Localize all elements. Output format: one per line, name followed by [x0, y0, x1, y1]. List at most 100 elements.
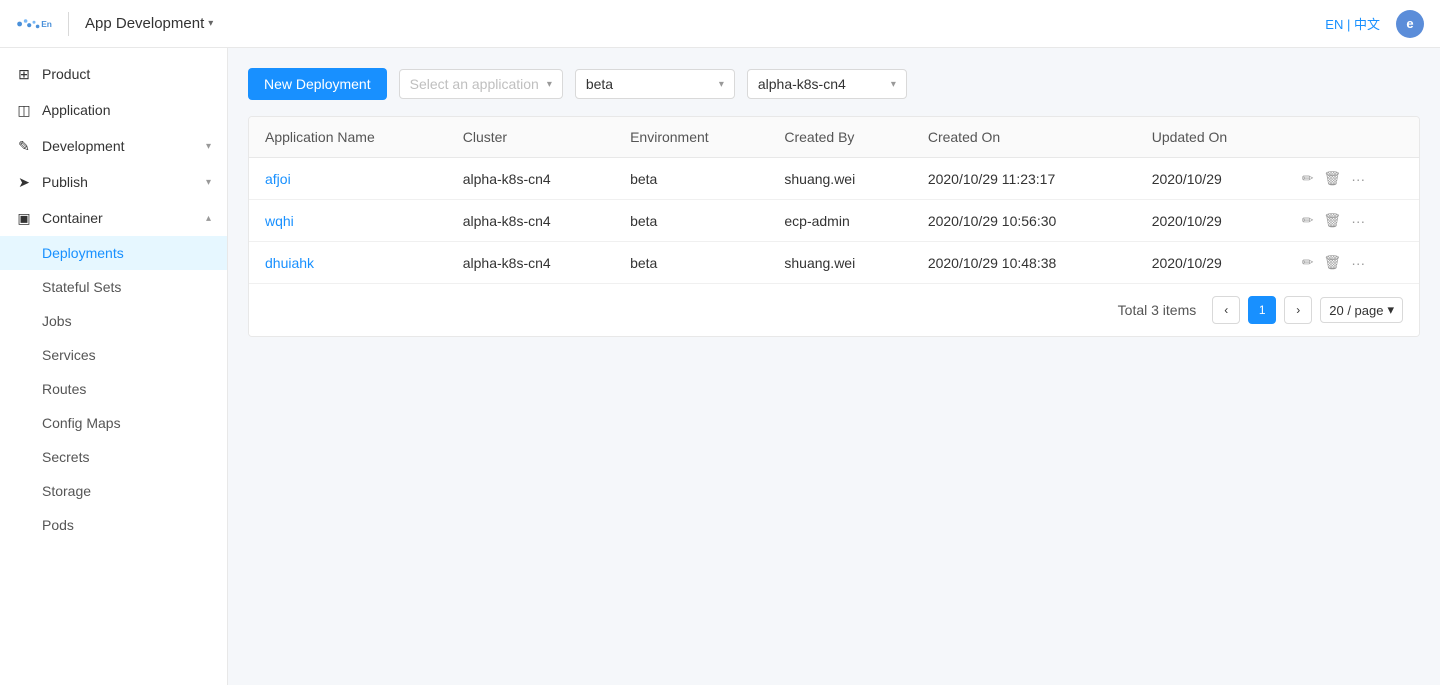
cell-updated-on-0: 2020/10/29 [1136, 158, 1286, 200]
table-header-row: Application Name Cluster Environment Cre… [249, 117, 1419, 158]
sidebar-subitem-secrets-label: Secrets [42, 449, 89, 465]
col-updated-on: Updated On [1136, 117, 1286, 158]
topbar-divider [68, 12, 69, 36]
cell-environment-0: beta [614, 158, 768, 200]
delete-icon-1[interactable]: 🗑 [1323, 212, 1341, 229]
pagination-prev-button[interactable]: ‹ [1212, 296, 1240, 324]
cluster-select-chevron-icon: ▾ [891, 79, 896, 90]
sidebar-subitem-deployments-label: Deployments [42, 245, 124, 261]
sidebar-main-nav: ⊞ Product ◫ Application ✎ Development ▾ … [0, 48, 227, 550]
app-name-link-2[interactable]: dhuiahk [265, 255, 314, 271]
page-size-chevron-icon: ▾ [1387, 302, 1394, 318]
new-deployment-button[interactable]: New Deployment [248, 68, 387, 100]
more-icon-0[interactable]: ··· [1351, 171, 1365, 187]
publish-icon: ➤ [16, 174, 32, 190]
pagination-page-1-button[interactable]: 1 [1248, 296, 1276, 324]
application-select-chevron-icon: ▾ [547, 79, 552, 90]
sidebar-item-application-label: Application [42, 102, 111, 118]
sidebar-subitem-jobs[interactable]: Jobs [0, 304, 227, 338]
edit-icon-0[interactable]: ✏ [1302, 170, 1314, 187]
sidebar-subitem-deployments[interactable]: Deployments [0, 236, 227, 270]
pagination-total: Total 3 items [1118, 302, 1197, 318]
edit-icon-1[interactable]: ✏ [1302, 212, 1314, 229]
sidebar-item-publish-label: Publish [42, 174, 88, 190]
sidebar-subitem-secrets[interactable]: Secrets [0, 440, 227, 474]
environment-select-value: beta [586, 76, 613, 92]
cell-created-on-0: 2020/10/29 11:23:17 [912, 158, 1136, 200]
sidebar-subitem-stateful-sets[interactable]: Stateful Sets [0, 270, 227, 304]
page-size-label: 20 / page [1329, 303, 1383, 318]
sidebar-item-container-label: Container [42, 210, 103, 226]
cell-app-name-1: wqhi [249, 200, 447, 242]
more-icon-2[interactable]: ··· [1351, 255, 1365, 271]
cell-created-on-2: 2020/10/29 10:48:38 [912, 242, 1136, 284]
cell-actions-1: ✏ 🗑 ··· [1286, 200, 1419, 242]
sidebar-subitem-jobs-label: Jobs [42, 313, 72, 329]
sidebar: ⊞ Product ◫ Application ✎ Development ▾ … [0, 48, 228, 685]
more-icon-1[interactable]: ··· [1351, 213, 1365, 229]
sidebar-item-publish[interactable]: ➤ Publish ▾ [0, 164, 227, 200]
cell-environment-2: beta [614, 242, 768, 284]
cell-created-by-2: shuang.wei [768, 242, 911, 284]
cell-actions-2: ✏ 🗑 ··· [1286, 242, 1419, 284]
logo[interactable]: EnOS [16, 15, 52, 33]
cell-actions-0: ✏ 🗑 ··· [1286, 158, 1419, 200]
topbar-app-title: App Development ▾ [85, 15, 213, 32]
cell-app-name-0: afjoi [249, 158, 447, 200]
sidebar-subitem-pods[interactable]: Pods [0, 508, 227, 542]
sidebar-subitem-services-label: Services [42, 347, 96, 363]
environment-select-chevron-icon: ▾ [719, 79, 724, 90]
topbar-chevron-icon: ▾ [208, 18, 213, 29]
cell-cluster-1: alpha-k8s-cn4 [447, 200, 614, 242]
topbar: EnOS App Development ▾ EN | 中文 e [0, 0, 1440, 48]
container-chevron-icon: ▴ [206, 213, 211, 224]
page-size-select[interactable]: 20 / page ▾ [1320, 297, 1403, 323]
environment-select[interactable]: beta ▾ [575, 69, 735, 99]
col-app-name: Application Name [249, 117, 447, 158]
table-row: wqhi alpha-k8s-cn4 beta ecp-admin 2020/1… [249, 200, 1419, 242]
sidebar-subitem-pods-label: Pods [42, 517, 74, 533]
table-row: afjoi alpha-k8s-cn4 beta shuang.wei 2020… [249, 158, 1419, 200]
sidebar-subitem-config-maps[interactable]: Config Maps [0, 406, 227, 440]
pagination: Total 3 items ‹ 1 › 20 / page ▾ [249, 283, 1419, 336]
col-created-on: Created On [912, 117, 1136, 158]
sidebar-subitem-services[interactable]: Services [0, 338, 227, 372]
sidebar-item-product[interactable]: ⊞ Product [0, 56, 227, 92]
sidebar-subitem-routes-label: Routes [42, 381, 86, 397]
app-name-link-1[interactable]: wqhi [265, 213, 294, 229]
cell-updated-on-2: 2020/10/29 [1136, 242, 1286, 284]
toolbar: New Deployment Select an application ▾ b… [248, 68, 1420, 100]
col-environment: Environment [614, 117, 768, 158]
svg-text:EnOS: EnOS [41, 19, 52, 29]
application-select-placeholder: Select an application [410, 76, 539, 92]
delete-icon-0[interactable]: 🗑 [1323, 170, 1341, 187]
app-name-link-0[interactable]: afjoi [265, 171, 291, 187]
cluster-select[interactable]: alpha-k8s-cn4 ▾ [747, 69, 907, 99]
delete-icon-2[interactable]: 🗑 [1323, 254, 1341, 271]
sidebar-item-development[interactable]: ✎ Development ▾ [0, 128, 227, 164]
publish-chevron-icon: ▾ [206, 177, 211, 188]
table-row: dhuiahk alpha-k8s-cn4 beta shuang.wei 20… [249, 242, 1419, 284]
sidebar-item-product-label: Product [42, 66, 90, 82]
cell-created-by-1: ecp-admin [768, 200, 911, 242]
sidebar-item-development-label: Development [42, 138, 125, 154]
sidebar-item-container[interactable]: ▣ Container ▴ [0, 200, 227, 236]
edit-icon-2[interactable]: ✏ [1302, 254, 1314, 271]
language-switcher[interactable]: EN | 中文 [1325, 14, 1380, 33]
application-icon: ◫ [16, 102, 32, 118]
development-chevron-icon: ▾ [206, 141, 211, 152]
user-avatar[interactable]: e [1396, 10, 1424, 38]
sidebar-subitem-config-maps-label: Config Maps [42, 415, 121, 431]
cell-cluster-0: alpha-k8s-cn4 [447, 158, 614, 200]
deployments-table: Application Name Cluster Environment Cre… [248, 116, 1420, 337]
col-created-by: Created By [768, 117, 911, 158]
sidebar-subitem-storage[interactable]: Storage [0, 474, 227, 508]
sidebar-subitem-routes[interactable]: Routes [0, 372, 227, 406]
sidebar-item-application[interactable]: ◫ Application [0, 92, 227, 128]
col-cluster: Cluster [447, 117, 614, 158]
application-select[interactable]: Select an application ▾ [399, 69, 563, 99]
product-icon: ⊞ [16, 66, 32, 82]
cluster-select-value: alpha-k8s-cn4 [758, 76, 846, 92]
pagination-next-button[interactable]: › [1284, 296, 1312, 324]
main-content: New Deployment Select an application ▾ b… [228, 48, 1440, 685]
